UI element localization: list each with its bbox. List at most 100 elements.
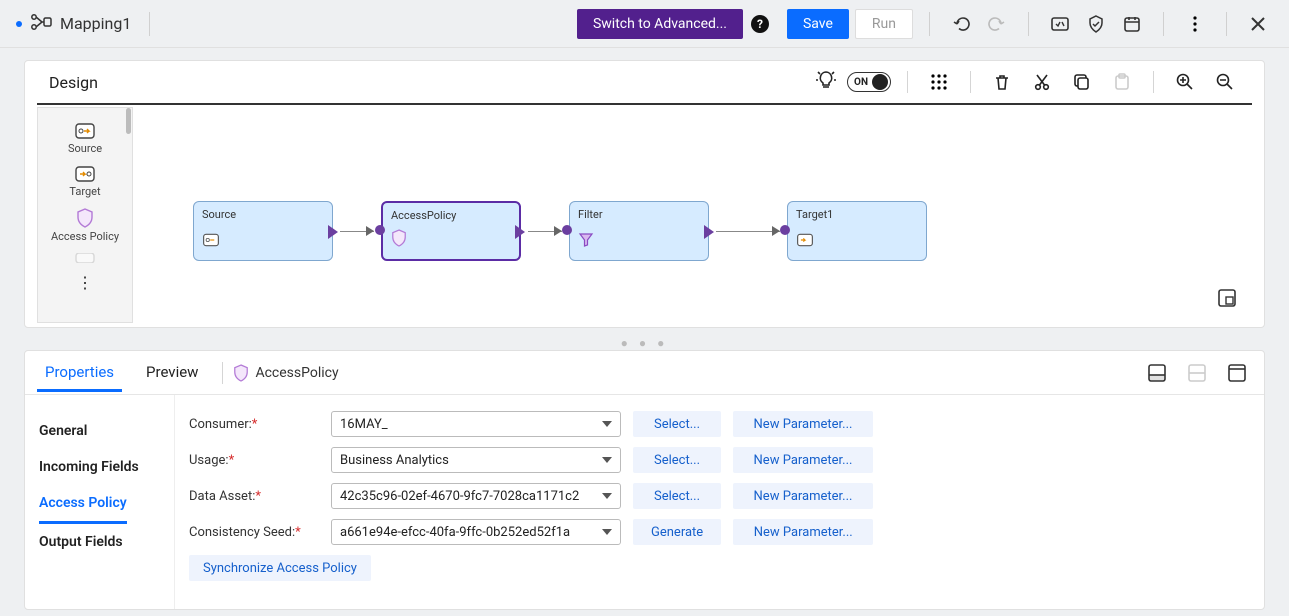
panel-maximize-icon[interactable]: [1222, 358, 1252, 388]
port-out-icon[interactable]: [704, 225, 716, 237]
side-item-incoming[interactable]: Incoming Fields: [39, 449, 160, 485]
tab-properties[interactable]: Properties: [37, 353, 122, 392]
side-item-general[interactable]: General: [39, 413, 160, 449]
delete-icon[interactable]: [987, 67, 1017, 97]
node-access-policy[interactable]: AccessPolicy: [381, 201, 521, 261]
palette-item-partial[interactable]: [42, 247, 128, 267]
design-toolbar: ON: [815, 67, 1240, 97]
zoom-in-icon[interactable]: [1170, 67, 1200, 97]
data-asset-select-button[interactable]: Select...: [633, 483, 721, 509]
node-source[interactable]: Source: [193, 201, 333, 261]
selected-object-label: AccessPolicy: [233, 364, 338, 382]
consumer-new-param-button[interactable]: New Parameter...: [733, 411, 873, 437]
usage-label: Usage:*: [189, 453, 319, 468]
mapping-icon: [30, 13, 52, 35]
panel-split-icon: [1182, 358, 1212, 388]
unsaved-indicator-icon: [16, 21, 22, 27]
sql-query-icon[interactable]: [1045, 9, 1075, 39]
properties-sidebar: General Incoming Fields Access Policy Ou…: [25, 395, 175, 609]
separator: [1028, 12, 1029, 36]
auto-layout-toggle[interactable]: ON: [847, 72, 891, 92]
separator: [929, 12, 930, 36]
canvas-area[interactable]: Source AccessPolicy Filter Target1: [133, 107, 1252, 323]
panel-bottom-icon[interactable]: [1142, 358, 1172, 388]
port-in-icon[interactable]: [375, 225, 387, 237]
undo-icon[interactable]: [946, 9, 976, 39]
design-panel: Design ON Source: [24, 60, 1265, 328]
node-title: Target1: [796, 208, 918, 221]
top-bar-right: Switch to Advanced... ? Save Run: [577, 9, 1273, 39]
port-in-icon[interactable]: [562, 225, 574, 237]
copy-icon[interactable]: [1067, 67, 1097, 97]
palette-item-access-policy[interactable]: Access Policy: [42, 202, 128, 247]
hint-icon[interactable]: [815, 69, 837, 95]
palette-more-icon[interactable]: ⋮: [42, 267, 128, 298]
properties-panel: Properties Preview AccessPolicy General …: [24, 350, 1265, 610]
row-consistency-seed: Consistency Seed:* a661e94e-efcc-40fa-9f…: [189, 519, 1250, 545]
port-in-icon[interactable]: [780, 225, 792, 237]
minimap-icon[interactable]: [1212, 283, 1242, 313]
side-item-output[interactable]: Output Fields: [39, 524, 160, 560]
usage-new-param-button[interactable]: New Parameter...: [733, 447, 873, 473]
more-icon[interactable]: [1180, 9, 1210, 39]
row-consumer: Consumer:* 16MAY_ Select... New Paramete…: [189, 411, 1250, 437]
source-icon: [202, 232, 220, 252]
row-sync: Synchronize Access Policy: [189, 555, 1250, 581]
tab-preview[interactable]: Preview: [138, 353, 206, 392]
data-asset-new-param-button[interactable]: New Parameter...: [733, 483, 873, 509]
data-asset-select[interactable]: 42c35c96-02ef-4670-9fc7-7028ca1171c2: [331, 483, 621, 509]
top-bar: Mapping1 Switch to Advanced... ? Save Ru…: [0, 0, 1289, 48]
separator: [149, 12, 150, 36]
node-title: AccessPolicy: [391, 209, 511, 222]
properties-body: General Incoming Fields Access Policy Ou…: [25, 395, 1264, 609]
port-out-icon[interactable]: [515, 225, 527, 237]
usage-select[interactable]: Business Analytics: [331, 447, 621, 473]
save-button[interactable]: Save: [787, 9, 849, 39]
data-asset-label: Data Asset:*: [189, 489, 319, 504]
shield-icon: [233, 364, 249, 382]
wire: [716, 231, 780, 232]
arrowhead-icon: [366, 226, 374, 236]
shield-icon: [391, 229, 407, 251]
validate-icon[interactable]: [1081, 9, 1111, 39]
properties-tabs: Properties Preview AccessPolicy: [25, 351, 1264, 395]
info-icon[interactable]: ?: [751, 15, 769, 33]
row-data-asset: Data Asset:* 42c35c96-02ef-4670-9fc7-702…: [189, 483, 1250, 509]
resize-handle-icon[interactable]: ● ● ●: [0, 336, 1289, 350]
design-canvas[interactable]: Source Target Access Policy ⋮: [37, 107, 1252, 323]
zoom-out-icon[interactable]: [1210, 67, 1240, 97]
properties-form: Consumer:* 16MAY_ Select... New Paramete…: [175, 395, 1264, 609]
close-icon[interactable]: [1243, 9, 1273, 39]
palette-label: Access Policy: [51, 230, 119, 243]
consumer-select-button[interactable]: Select...: [633, 411, 721, 437]
schedule-icon[interactable]: [1117, 9, 1147, 39]
row-usage: Usage:* Business Analytics Select... New…: [189, 447, 1250, 473]
palette-label: Target: [69, 185, 100, 198]
object-name: AccessPolicy: [255, 365, 338, 381]
consumer-label: Consumer:*: [189, 417, 319, 432]
filter-icon: [578, 232, 594, 252]
node-filter[interactable]: Filter: [569, 201, 709, 261]
grid-icon[interactable]: [924, 67, 954, 97]
seed-new-param-button[interactable]: New Parameter...: [733, 519, 873, 545]
usage-select-button[interactable]: Select...: [633, 447, 721, 473]
side-item-access-policy[interactable]: Access Policy: [39, 485, 127, 524]
port-out-icon[interactable]: [328, 225, 340, 237]
palette-scrollbar[interactable]: [126, 108, 131, 134]
toggle-label: ON: [854, 77, 868, 88]
palette-item-target[interactable]: Target: [42, 159, 128, 202]
run-button[interactable]: Run: [855, 9, 913, 39]
node-target1[interactable]: Target1: [787, 201, 927, 261]
transformation-palette: Source Target Access Policy ⋮: [37, 107, 133, 323]
cut-icon[interactable]: [1027, 67, 1057, 97]
switch-to-advanced-button[interactable]: Switch to Advanced...: [577, 9, 743, 39]
seed-select[interactable]: a661e94e-efcc-40fa-9ffc-0b252ed52f1a: [331, 519, 621, 545]
generate-button[interactable]: Generate: [633, 519, 721, 545]
paste-icon: [1107, 67, 1137, 97]
consumer-select[interactable]: 16MAY_: [331, 411, 621, 437]
synchronize-button[interactable]: Synchronize Access Policy: [189, 555, 371, 581]
top-bar-left: Mapping1: [16, 12, 577, 36]
seed-label: Consistency Seed:*: [189, 525, 319, 540]
palette-item-source[interactable]: Source: [42, 116, 128, 159]
node-title: Filter: [578, 208, 700, 221]
